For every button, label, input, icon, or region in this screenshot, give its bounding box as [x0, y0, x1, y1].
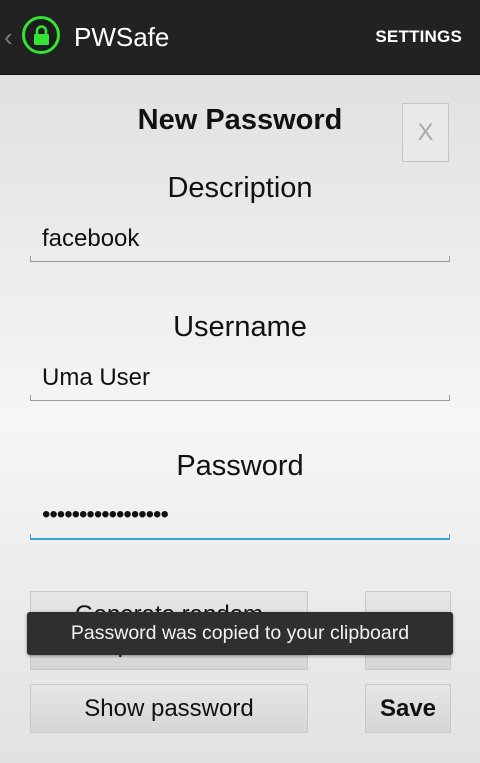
- username-field[interactable]: Uma User: [42, 364, 150, 392]
- save-button[interactable]: Save: [365, 684, 451, 733]
- app-title: PWSafe: [74, 22, 170, 52]
- close-button[interactable]: X: [402, 103, 449, 162]
- description-label: Description: [167, 172, 313, 204]
- description-underline: [30, 256, 450, 262]
- password-underline: [30, 534, 450, 540]
- lock-icon[interactable]: [22, 16, 60, 54]
- password-label: Password: [176, 450, 304, 482]
- action-bar: ‹ PWSafe SETTINGS: [0, 0, 480, 75]
- settings-button[interactable]: SETTINGS: [375, 27, 462, 47]
- password-field[interactable]: •••••••••••••••••: [42, 501, 169, 529]
- show-password-button[interactable]: Show password: [30, 684, 308, 733]
- username-label: Username: [173, 311, 307, 343]
- back-chevron-icon[interactable]: ‹: [4, 22, 13, 52]
- toast-message: Password was copied to your clipboard: [27, 612, 453, 655]
- username-underline: [30, 395, 450, 401]
- description-field[interactable]: facebook: [42, 225, 139, 253]
